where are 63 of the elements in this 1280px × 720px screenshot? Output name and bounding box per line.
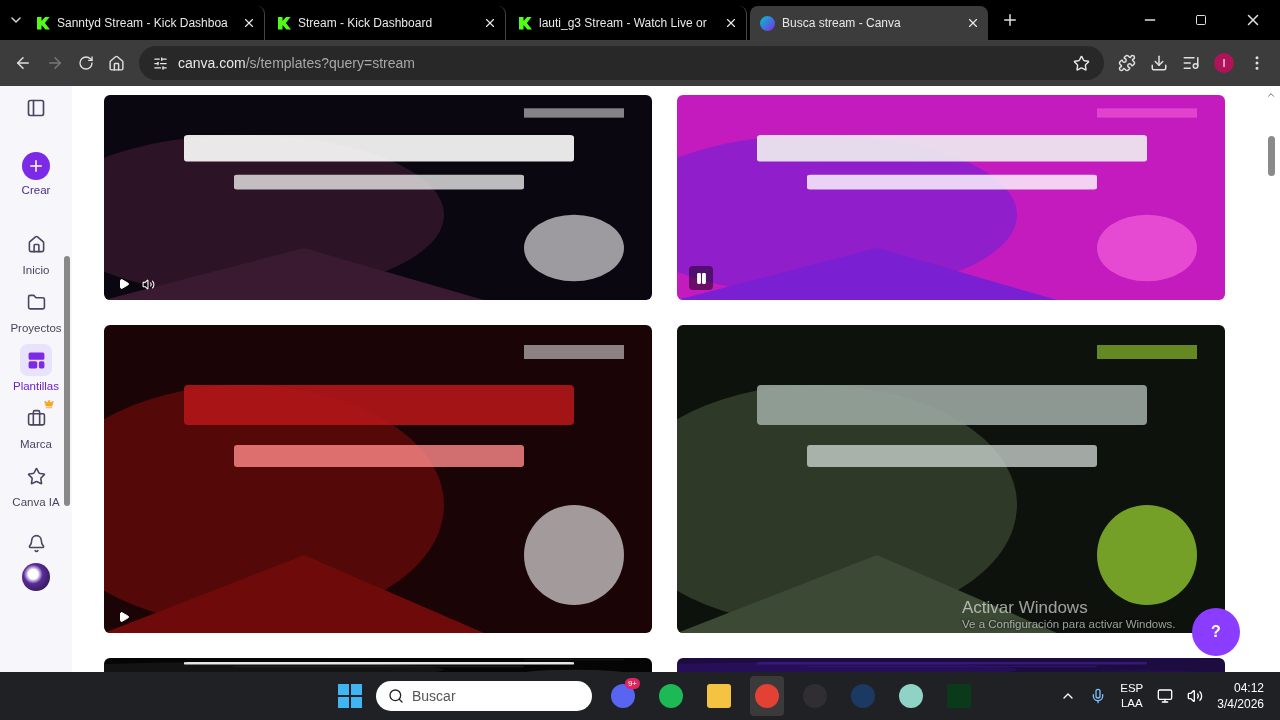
browser-tab[interactable]: Busca stream - Canva: [750, 6, 988, 40]
notification-badge: 9+: [624, 678, 640, 689]
volume-icon[interactable]: [142, 278, 155, 291]
taskbar-app-icon[interactable]: [899, 684, 923, 708]
tab-title: Busca stream - Canva: [782, 16, 902, 30]
sidebar-item[interactable]: Plantillas: [0, 344, 72, 392]
back-icon[interactable]: [14, 54, 32, 72]
sidebar-item[interactable]: Proyectos: [0, 286, 72, 334]
tab-title: Stream - Kick Dashboard: [298, 16, 434, 30]
download-icon[interactable]: [1150, 54, 1168, 72]
star-icon: [26, 466, 46, 486]
sidebar-toggle-icon[interactable]: [26, 98, 46, 118]
reload-icon[interactable]: [78, 55, 94, 71]
scrollbar-thumb[interactable]: [1267, 136, 1275, 176]
scroll-up-icon[interactable]: [1266, 90, 1276, 100]
play-icon[interactable]: [118, 278, 130, 290]
bookmark-star-icon[interactable]: [1073, 54, 1090, 72]
sidebar-item[interactable]: Canva IA: [0, 460, 72, 508]
new-tab-icon[interactable]: [1001, 11, 1019, 29]
plus-icon: [27, 157, 45, 175]
home-icon[interactable]: [108, 54, 125, 72]
language-indicator[interactable]: ESP LAA: [1120, 681, 1144, 711]
volume-icon[interactable]: [1187, 688, 1204, 704]
close-icon[interactable]: [242, 16, 256, 30]
create-label: Crear: [21, 184, 51, 196]
pause-icon: [694, 271, 708, 285]
tab-title: lauti_g3 Stream - Watch Live or: [539, 16, 708, 30]
user-avatar[interactable]: [22, 563, 50, 591]
forward-icon[interactable]: [46, 54, 64, 72]
kick-icon: [37, 16, 50, 30]
close-icon[interactable]: [724, 16, 738, 30]
network-icon[interactable]: [1157, 688, 1174, 704]
folder-icon: [26, 292, 46, 312]
media-control-icon[interactable]: [1182, 54, 1200, 72]
close-icon[interactable]: [966, 16, 980, 30]
extensions-icon[interactable]: [1118, 54, 1136, 72]
clock[interactable]: 04:12 3/4/2026: [1217, 680, 1264, 712]
notifications-icon[interactable]: [26, 534, 46, 553]
taskbar-search-field[interactable]: Buscar: [376, 681, 592, 711]
search-icon: [388, 688, 404, 704]
address-bar[interactable]: canva.com/s/templates?query=stream: [139, 46, 1104, 80]
sidebar-item[interactable]: Inicio: [0, 228, 72, 276]
profile-avatar[interactable]: I: [1214, 53, 1234, 73]
url-text: canva.com/s/templates?query=stream: [178, 55, 416, 71]
crown-icon: [44, 399, 54, 409]
sidebar-item[interactable]: Marca: [0, 402, 72, 450]
kick-icon: [519, 16, 532, 30]
pause-button[interactable]: [689, 266, 713, 290]
activation-hint: Ve a Configuración para activar Windows.: [962, 618, 1176, 630]
home-icon: [26, 234, 46, 254]
templates-icon: [26, 350, 46, 370]
restore-icon[interactable]: [1195, 14, 1207, 26]
tab-title: Sanntyd Stream - Kick Dashboa: [57, 16, 229, 30]
windows-start-icon[interactable]: [338, 684, 362, 708]
kick-icon: [278, 16, 291, 30]
close-icon[interactable]: [483, 16, 497, 30]
create-button[interactable]: [22, 152, 50, 180]
briefcase-icon: [26, 408, 46, 428]
canva-icon: [760, 15, 775, 31]
site-settings-icon[interactable]: [153, 55, 168, 71]
activation-title: Activar Windows: [962, 598, 1089, 618]
taskbar-app-icon[interactable]: [659, 684, 683, 708]
play-icon[interactable]: [118, 611, 130, 623]
